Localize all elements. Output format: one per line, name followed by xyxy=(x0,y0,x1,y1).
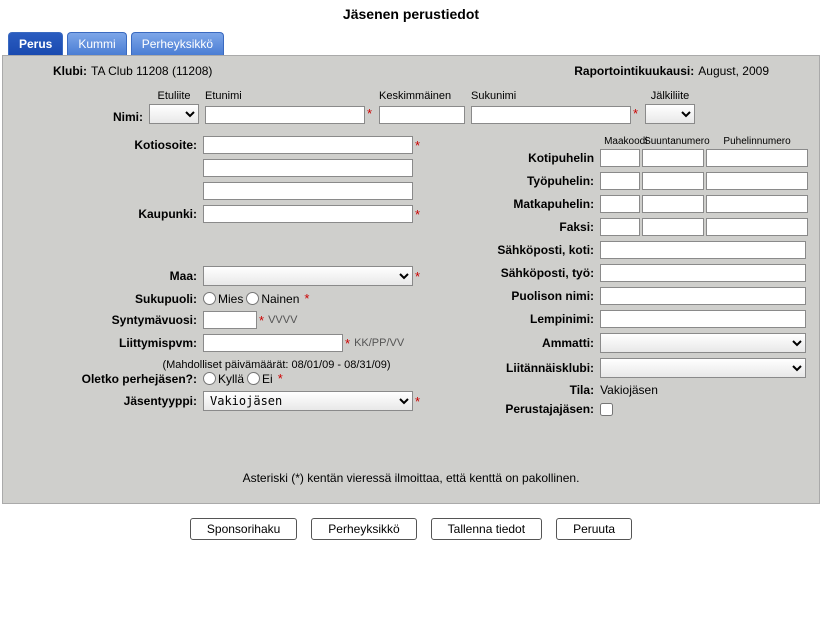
matka-maa-input[interactable] xyxy=(600,195,640,213)
faksi-suunta-input[interactable] xyxy=(642,218,704,236)
jasentyyppi-select[interactable]: Vakiojäsen xyxy=(203,391,413,411)
tila-value: Vakiojäsen xyxy=(600,383,658,397)
syntymavuosi-label: Syntymävuosi: xyxy=(13,313,203,327)
ei-label: Ei xyxy=(262,372,273,386)
form-panel: Klubi: TA Club 11208 (11208) Raportointi… xyxy=(2,55,820,504)
jasentyyppi-label: Jäsentyyppi: xyxy=(13,394,203,408)
faksi-label: Faksi: xyxy=(450,220,600,234)
perustajajasen-label: Perustajajäsen: xyxy=(450,402,600,416)
raportti-label: Raportointikuukausi: xyxy=(574,64,694,78)
sukunimi-label: Sukunimi xyxy=(471,90,639,102)
button-bar: Sponsorihaku Perheyksikkö Tallenna tiedo… xyxy=(0,504,822,554)
tyop-maa-input[interactable] xyxy=(600,172,640,190)
perheyksikko-button[interactable]: Perheyksikkö xyxy=(311,518,416,540)
kylla-radio[interactable] xyxy=(203,372,216,385)
syntymavuosi-input[interactable] xyxy=(203,311,257,329)
maa-label: Maa: xyxy=(13,269,203,283)
kaupunki-input[interactable] xyxy=(203,205,413,223)
kotiosoite3-input[interactable] xyxy=(203,182,413,200)
faksi-num-input[interactable] xyxy=(706,218,808,236)
puhelin-hdr: Puhelinnumero xyxy=(706,136,808,147)
vvvv-hint: VVVV xyxy=(264,314,297,326)
peruuta-button[interactable]: Peruuta xyxy=(556,518,632,540)
lempinimi-label: Lempinimi: xyxy=(450,312,600,326)
kotip-suunta-input[interactable] xyxy=(642,149,704,167)
tila-label: Tila: xyxy=(450,383,600,397)
mies-label: Mies xyxy=(218,292,243,306)
etunimi-input[interactable] xyxy=(205,106,365,124)
liitannaisklubi-select[interactable] xyxy=(600,358,806,378)
matka-suunta-input[interactable] xyxy=(642,195,704,213)
sukupuoli-label: Sukupuoli: xyxy=(13,292,203,306)
lempinimi-input[interactable] xyxy=(600,310,806,328)
liittymispvm-input[interactable] xyxy=(203,334,343,352)
ammatti-label: Ammatti: xyxy=(450,336,600,350)
perhejasen-label: Oletko perhejäsen?: xyxy=(13,372,203,386)
ei-radio[interactable] xyxy=(247,372,260,385)
maa-select[interactable] xyxy=(203,266,413,286)
tab-perheyksikko[interactable]: Perheyksikkö xyxy=(131,32,224,55)
faksi-maa-input[interactable] xyxy=(600,218,640,236)
etuliite-label: Etuliite xyxy=(149,90,199,102)
keskimmainen-label: Keskimmäinen xyxy=(379,90,465,102)
mies-radio[interactable] xyxy=(203,292,216,305)
tyop-suunta-input[interactable] xyxy=(642,172,704,190)
tab-bar: Perus Kummi Perheyksikkö xyxy=(0,32,822,55)
mahdolliset-note: (Mahdolliset päivämäärät: 08/01/09 - 08/… xyxy=(13,357,420,371)
klubi-value: TA Club 11208 (11208) xyxy=(91,64,212,78)
etunimi-label: Etunimi xyxy=(205,90,373,102)
tyop-num-input[interactable] xyxy=(706,172,808,190)
raportti-value: August, 2009 xyxy=(698,64,769,78)
tyopuhelin-label: Työpuhelin: xyxy=(450,174,600,188)
matka-num-input[interactable] xyxy=(706,195,808,213)
kkppvv-hint: KK/PP/VV xyxy=(350,337,404,349)
kotipuhelin-label: Kotipuhelin xyxy=(450,151,600,165)
sukunimi-input[interactable] xyxy=(471,106,631,124)
tab-kummi[interactable]: Kummi xyxy=(67,32,126,55)
liittymispvm-label: Liittymispvm: xyxy=(13,336,203,350)
kotiosoite1-input[interactable] xyxy=(203,136,413,154)
kotip-num-input[interactable] xyxy=(706,149,808,167)
sponsorihaku-button[interactable]: Sponsorihaku xyxy=(190,518,297,540)
jalkiliite-label: Jälkiliite xyxy=(645,90,695,102)
sahkoposti-tyo-label: Sähköposti, työ: xyxy=(450,266,600,280)
perustajajasen-checkbox[interactable] xyxy=(600,403,613,416)
puolison-nimi-input[interactable] xyxy=(600,287,806,305)
tab-perus[interactable]: Perus xyxy=(8,32,63,55)
matkapuhelin-label: Matkapuhelin: xyxy=(450,197,600,211)
sahkoposti-koti-input[interactable] xyxy=(600,241,806,259)
required-footnote: Asteriski (*) kentän vieressä ilmoittaa,… xyxy=(13,421,809,485)
sahkoposti-koti-label: Sähköposti, koti: xyxy=(450,243,600,257)
puolison-nimi-label: Puolison nimi: xyxy=(450,289,600,303)
kaupunki-label: Kaupunki: xyxy=(13,207,203,221)
kotiosoite-label: Kotiosoite: xyxy=(13,138,203,152)
page-title: Jäsenen perustiedot xyxy=(0,0,822,32)
kotiosoite2-input[interactable] xyxy=(203,159,413,177)
nainen-label: Nainen xyxy=(261,292,299,306)
ammatti-select[interactable] xyxy=(600,333,806,353)
klubi-label: Klubi: xyxy=(53,64,87,78)
jalkiliite-select[interactable] xyxy=(645,104,695,124)
keskimmainen-input[interactable] xyxy=(379,106,465,124)
etuliite-select[interactable] xyxy=(149,104,199,124)
kylla-label: Kyllä xyxy=(218,372,244,386)
sahkoposti-tyo-input[interactable] xyxy=(600,264,806,282)
nimi-label: Nimi: xyxy=(53,110,143,124)
maakoodi-hdr: Maakoodi xyxy=(604,136,644,147)
kotip-maa-input[interactable] xyxy=(600,149,640,167)
liitannaisklubi-label: Liitännäisklubi: xyxy=(450,361,600,375)
tallenna-button[interactable]: Tallenna tiedot xyxy=(431,518,542,540)
nainen-radio[interactable] xyxy=(246,292,259,305)
suunta-hdr: Suuntanumero xyxy=(644,136,706,147)
